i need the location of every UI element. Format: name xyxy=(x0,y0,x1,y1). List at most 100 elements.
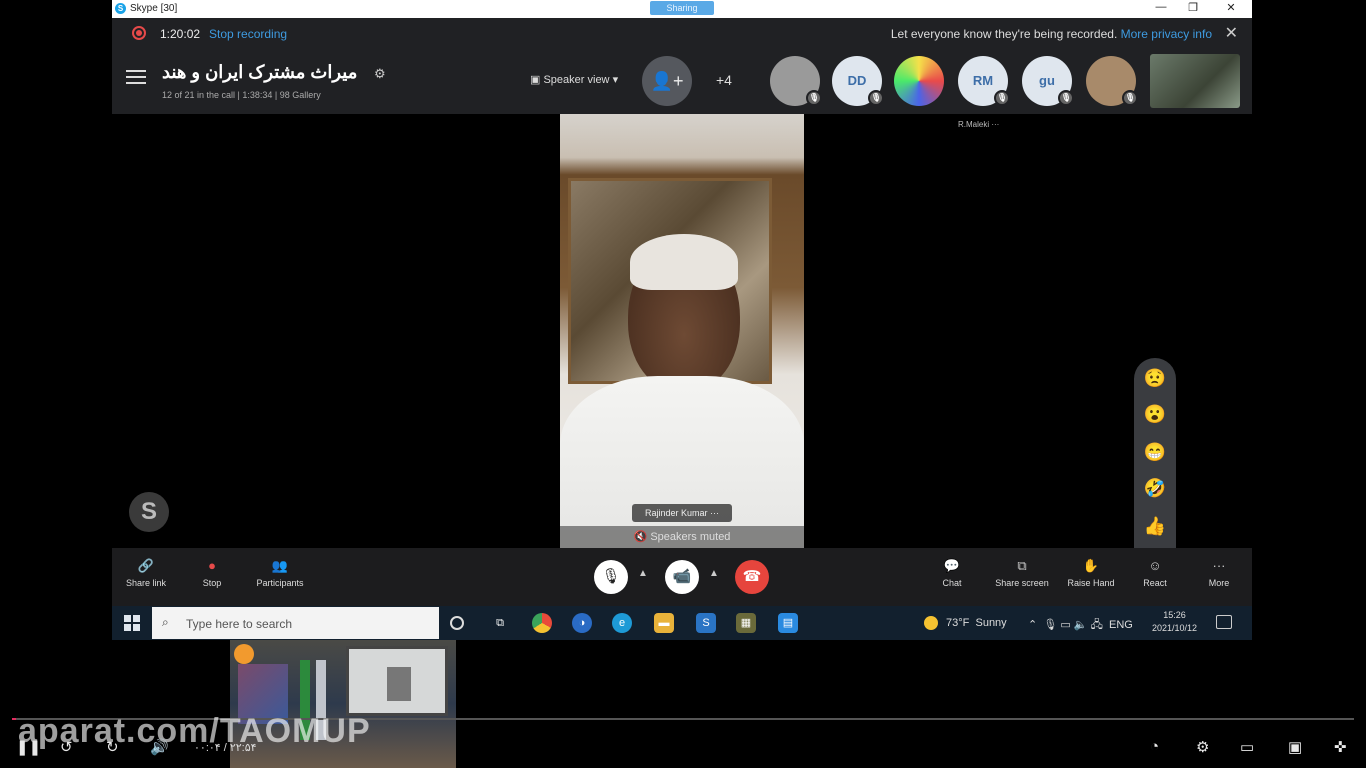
rewind-icon[interactable]: ↺ xyxy=(60,738,73,756)
participant-video-thumbnail[interactable] xyxy=(1150,54,1240,108)
taskbar-clock[interactable]: 15:26 2021/10/12 xyxy=(1152,609,1197,635)
thumbs-up-reaction-icon[interactable]: 👍 xyxy=(1143,514,1167,538)
raise-hand-button[interactable]: ✋ Raise Hand xyxy=(1064,558,1118,588)
end-call-button[interactable]: ☎ xyxy=(735,560,769,594)
mic-muted-icon: 🎙 xyxy=(806,90,822,106)
notifications-icon[interactable] xyxy=(1216,615,1232,629)
sharing-indicator: Sharing xyxy=(650,1,714,15)
search-icon: ⌕ xyxy=(162,615,169,629)
stop-button[interactable]: ● Stop xyxy=(196,558,228,588)
recording-notice-text: Let everyone know they're being recorded… xyxy=(890,27,1118,41)
system-tray[interactable]: ⌃ 🎙 ▭ 🔈 🖧 ENG xyxy=(1028,616,1133,635)
participant-avatar[interactable]: 🎙 xyxy=(1086,56,1138,106)
chat-icon: 💬 xyxy=(943,558,961,573)
main-video: Rajinder Kumar ··· 🔇 Speakers muted xyxy=(560,114,804,548)
speaker-muted-icon: 🔇 xyxy=(633,531,648,543)
call-controls: 🔗 Share link ● Stop 👥 Participants 🎙 ▲ 📹 ▲ … xyxy=(112,548,1252,606)
taskbar-search[interactable]: ⌕ Type here to search xyxy=(152,607,439,639)
settings-icon[interactable]: ⚙ xyxy=(374,66,386,82)
close-notice-icon[interactable]: ✕ xyxy=(1225,23,1238,43)
more-participants-count[interactable]: +4 xyxy=(716,72,732,88)
task-view-icon[interactable]: ⧉ xyxy=(490,613,510,633)
participant-avatar[interactable]: gu 🎙 xyxy=(1022,56,1074,106)
window-title: Skype [30] xyxy=(130,3,178,14)
add-person-icon: 👤+ xyxy=(650,71,684,91)
app-icon[interactable]: ▦ xyxy=(736,613,756,633)
participants-icon: 👥 xyxy=(271,558,289,573)
emoji-icon: ☺ xyxy=(1148,558,1162,573)
participant-avatar[interactable] xyxy=(894,56,944,106)
speakers-muted-banner: 🔇 Speakers muted xyxy=(560,526,804,548)
microphone-button[interactable]: 🎙 xyxy=(594,560,628,594)
app-icon[interactable]: ▤ xyxy=(778,613,798,633)
camera-button[interactable]: 📹 xyxy=(665,560,699,594)
playback-time: ۰۰:۰۴ / ۲۲:۵۴ xyxy=(194,742,257,754)
recording-bar: 1:20:02 Stop recording Let everyone know… xyxy=(112,18,1252,48)
menu-icon[interactable] xyxy=(126,70,146,86)
close-window-button[interactable]: ✕ xyxy=(1222,1,1240,14)
sad-reaction-icon[interactable]: 😟 xyxy=(1143,366,1167,390)
exit-fullscreen-icon[interactable]: ✜ xyxy=(1334,738,1347,756)
share-link-button[interactable]: 🔗 Share link xyxy=(122,558,170,588)
speaker-view-dropdown[interactable]: ▣ Speaker view ▾ xyxy=(530,73,618,86)
maximize-button[interactable]: ❐ xyxy=(1184,1,1202,14)
forward-icon[interactable]: ↻ xyxy=(106,738,119,756)
recording-notice: Let everyone know they're being recorded… xyxy=(891,27,1212,41)
more-icon: ··· xyxy=(1212,558,1226,573)
call-subtitle: 12 of 21 in the call | 1:38:34 | 98 Gall… xyxy=(162,90,321,100)
mic-options-chevron-icon[interactable]: ▲ xyxy=(638,568,648,579)
react-button[interactable]: ☺ React xyxy=(1138,558,1172,588)
participant-avatar[interactable]: DD 🎙 xyxy=(832,56,884,106)
title-bar: S Skype [30] Sharing — ❐ ✕ xyxy=(112,0,1252,18)
app-icon[interactable]: ◑ xyxy=(572,613,592,633)
chat-button[interactable]: 💬 Chat xyxy=(936,558,968,588)
speed-icon[interactable]: ◔ xyxy=(1150,738,1159,755)
camera-options-chevron-icon[interactable]: ▲ xyxy=(709,568,719,579)
chevron-down-icon: ▾ xyxy=(612,74,619,86)
miniplayer-icon[interactable]: ▣ xyxy=(1288,738,1302,756)
speaker-view-label: Speaker view xyxy=(543,74,610,86)
weather-widget[interactable]: 73°F Sunny xyxy=(924,616,1007,630)
pause-icon[interactable]: ❚❚ xyxy=(16,738,41,756)
chevron-up-icon: ⌃ xyxy=(1028,619,1038,631)
privacy-info-link[interactable]: More privacy info xyxy=(1121,27,1212,41)
battery-icon: ▭ xyxy=(1060,619,1071,631)
more-button[interactable]: ··· More xyxy=(1202,558,1236,588)
cortana-icon[interactable] xyxy=(450,616,464,630)
hang-up-icon: ☎ xyxy=(742,568,762,585)
skype-taskbar-icon[interactable]: S xyxy=(696,613,716,633)
mic-muted-icon: 🎙 xyxy=(1122,90,1138,106)
laugh-reaction-icon[interactable]: 😁 xyxy=(1143,440,1167,464)
camera-icon: 📹 xyxy=(672,568,692,585)
network-icon: 🖧 xyxy=(1090,619,1103,631)
file-explorer-icon[interactable]: ▬ xyxy=(654,613,674,633)
chrome-icon[interactable] xyxy=(532,613,552,633)
rofl-reaction-icon[interactable]: 🤣 xyxy=(1143,476,1167,500)
search-placeholder: Type here to search xyxy=(186,617,293,631)
add-participant-button[interactable]: 👤+ xyxy=(642,56,692,106)
speaker-name-pill[interactable]: Rajinder Kumar ··· xyxy=(632,504,732,522)
participant-avatar[interactable]: RM 🎙 xyxy=(958,56,1010,106)
share-screen-icon: ⧉ xyxy=(1017,558,1027,573)
windows-start-icon[interactable] xyxy=(124,615,140,631)
share-screen-button[interactable]: ⧉ Share screen xyxy=(990,558,1054,588)
volume-icon[interactable]: 🔊 xyxy=(150,738,169,756)
skype-logo-icon: S xyxy=(115,3,126,14)
edge-icon[interactable]: e xyxy=(612,613,632,633)
volume-icon: 🔈 xyxy=(1073,619,1088,631)
skype-logo-icon: S xyxy=(129,492,169,532)
participant-avatar[interactable]: 🎙 xyxy=(770,56,822,106)
mic-icon: 🎙 xyxy=(1043,619,1058,631)
sun-icon xyxy=(924,616,938,630)
settings-icon[interactable]: ⚙ xyxy=(1196,738,1209,756)
windows-taskbar: ⌕ Type here to search ⧉ ◑ e ▬ S ▦ ▤ 73°F… xyxy=(112,606,1252,640)
surprised-reaction-icon[interactable]: 😮 xyxy=(1143,402,1167,426)
participants-button[interactable]: 👥 Participants xyxy=(250,558,310,588)
progress-fill xyxy=(12,718,17,720)
minimize-button[interactable]: — xyxy=(1152,1,1170,13)
theater-mode-icon[interactable]: ▭ xyxy=(1240,738,1254,756)
mic-muted-icon: 🎙 xyxy=(1058,90,1074,106)
microphone-icon: 🎙 xyxy=(601,568,621,585)
stop-recording-link[interactable]: Stop recording xyxy=(209,27,287,41)
call-header: میراث مشترک ایران و هند ⚙ 12 of 21 in th… xyxy=(112,48,1252,114)
